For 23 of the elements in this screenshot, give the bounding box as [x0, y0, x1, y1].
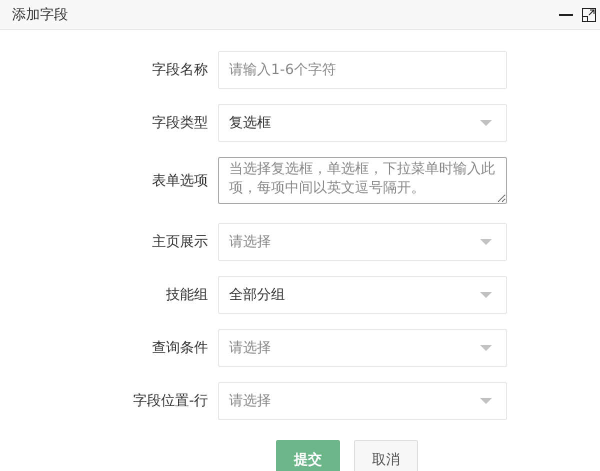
select-field[interactable]: 请选择: [218, 329, 507, 367]
text-area[interactable]: 当选择复选框，单选框，下拉菜单时输入此项，每项中间以英文逗号隔开。: [218, 157, 507, 204]
select-field[interactable]: 请选择: [218, 382, 507, 420]
select-field[interactable]: 请选择: [218, 223, 507, 261]
caret-icon: [480, 398, 492, 404]
window-title: 添加字段: [12, 6, 68, 24]
caret-icon: [480, 239, 492, 245]
field-label: 主页展示: [151, 233, 209, 251]
field-label: 字段位置-行: [132, 392, 209, 410]
field-label: 字段名称: [151, 61, 209, 79]
caret-icon: [480, 120, 492, 126]
field-label: 查询条件: [151, 339, 209, 357]
select-field[interactable]: 全部分组: [218, 276, 507, 314]
maximize-icon[interactable]: [582, 8, 596, 22]
submit-button[interactable]: 提交: [276, 440, 340, 471]
caret-icon: [480, 345, 492, 351]
cancel-button[interactable]: 取消: [354, 440, 418, 471]
field-label: 字段类型: [151, 114, 209, 132]
caret-icon: [480, 292, 492, 298]
field-label: 表单选项: [151, 172, 209, 190]
input-field[interactable]: 请输入1-6个字符: [218, 51, 507, 89]
field-label: 技能组: [165, 286, 209, 304]
select-field[interactable]: 复选框: [218, 104, 507, 142]
